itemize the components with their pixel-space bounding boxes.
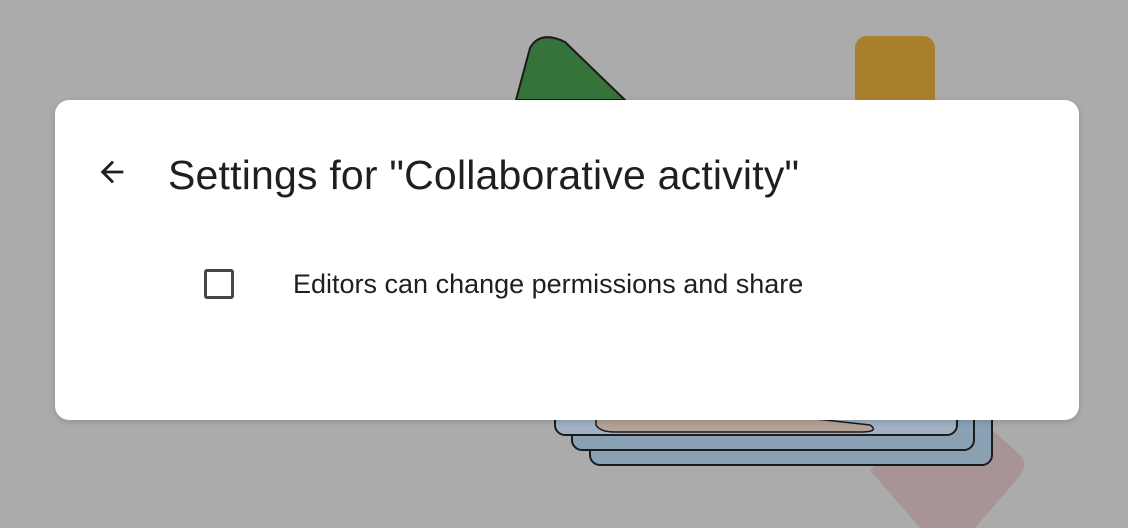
settings-dialog: [55, 100, 1079, 420]
editors-permission-label: Editors can change permissions and share: [293, 268, 804, 299]
green-shape: [514, 36, 628, 101]
dialog-title: Settings for "Collaborative activity": [168, 152, 800, 198]
editors-permission-option[interactable]: Editors can change permissions and share: [200, 262, 803, 306]
arrow-back-icon: [100, 160, 124, 184]
back-button[interactable]: [86, 146, 138, 198]
editors-permission-checkbox[interactable]: [204, 269, 234, 299]
